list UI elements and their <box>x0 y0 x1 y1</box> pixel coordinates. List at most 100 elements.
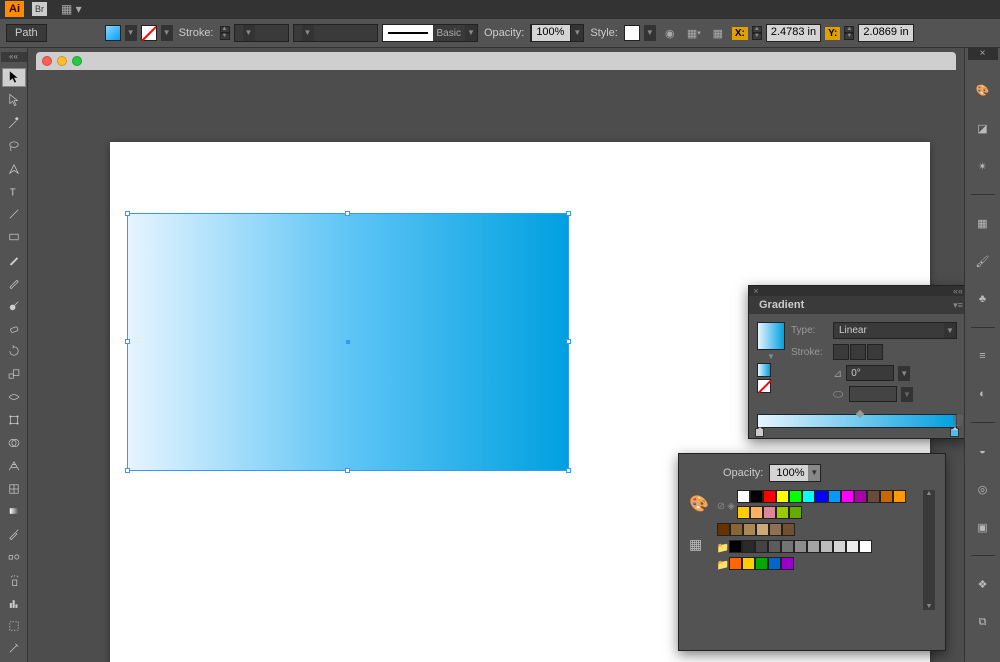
gradient-panel-icon[interactable]: ◐ <box>971 382 995 406</box>
column-graph-tool[interactable] <box>2 593 26 612</box>
panel-close-icon[interactable]: × <box>749 286 763 296</box>
fill-dropdown-arrow[interactable]: ▼ <box>125 25 137 41</box>
color-swatch[interactable] <box>729 540 742 553</box>
appearance-panel-icon[interactable]: ◎ <box>971 477 995 501</box>
align-icon[interactable]: ▦▾ <box>684 23 704 43</box>
resize-handle[interactable] <box>345 211 350 216</box>
slice-tool[interactable] <box>2 639 26 658</box>
color-swatch[interactable] <box>755 540 768 553</box>
type-tool[interactable]: T <box>2 182 26 201</box>
aspect-ratio-input[interactable] <box>849 386 897 402</box>
resize-handle[interactable] <box>566 339 571 344</box>
gradient-tool[interactable] <box>2 502 26 521</box>
color-swatch[interactable] <box>828 490 841 503</box>
mesh-tool[interactable] <box>2 479 26 498</box>
folder-icon[interactable]: 📁 <box>717 543 727 554</box>
eyedropper-tool[interactable] <box>2 525 26 544</box>
color-swatch[interactable] <box>737 506 750 519</box>
blend-tool[interactable] <box>2 548 26 567</box>
stroke-mode-3[interactable] <box>867 344 883 360</box>
resize-handle[interactable] <box>566 468 571 473</box>
resize-handle[interactable] <box>125 211 130 216</box>
eraser-tool[interactable] <box>2 319 26 338</box>
magic-wand-tool[interactable] <box>2 114 26 133</box>
angle-dropdown-arrow[interactable]: ▼ <box>898 366 910 381</box>
color-panel-icon[interactable]: 🎨 <box>971 78 995 102</box>
color-swatch[interactable] <box>880 490 893 503</box>
artboards-panel-icon[interactable]: ⧉ <box>971 610 995 634</box>
color-swatch[interactable] <box>781 557 794 570</box>
color-swatch[interactable] <box>820 540 833 553</box>
recolor-artwork-icon[interactable]: ◉ <box>660 23 680 43</box>
color-swatch[interactable] <box>763 490 776 503</box>
stroke-mode-1[interactable] <box>833 344 849 360</box>
color-swatch[interactable] <box>730 523 743 536</box>
delete-stop-icon[interactable]: 🗑 <box>951 414 964 427</box>
swatch-scrollbar[interactable] <box>923 490 935 610</box>
panel-collapse-icon[interactable]: «« <box>951 286 964 296</box>
resize-handle[interactable] <box>566 211 571 216</box>
color-swatch[interactable] <box>750 490 763 503</box>
color-swatch[interactable] <box>769 523 782 536</box>
color-swatch[interactable] <box>893 490 906 503</box>
rectangle-tool[interactable] <box>2 228 26 247</box>
color-swatch[interactable] <box>781 540 794 553</box>
style-swatch[interactable] <box>624 25 640 41</box>
color-guide-icon[interactable]: ◪ <box>971 116 995 140</box>
pen-tool[interactable] <box>2 159 26 178</box>
selected-rectangle[interactable] <box>127 213 569 471</box>
y-spinner[interactable]: ▲▼ <box>844 26 854 40</box>
graphic-styles-icon[interactable]: ▣ <box>971 515 995 539</box>
color-swatch[interactable] <box>768 540 781 553</box>
gradient-fill-toggle[interactable] <box>757 363 771 377</box>
resize-handle[interactable] <box>345 468 350 473</box>
pencil-tool[interactable] <box>2 274 26 293</box>
stroke-swatch[interactable] <box>141 25 157 41</box>
gradient-stop-right[interactable] <box>950 428 959 437</box>
close-window-button[interactable] <box>42 56 52 66</box>
color-swatch[interactable] <box>867 490 880 503</box>
blob-brush-tool[interactable] <box>2 296 26 315</box>
strip-close-icon[interactable]: × <box>968 48 998 60</box>
direct-selection-tool[interactable] <box>2 91 26 110</box>
color-swatch[interactable] <box>833 540 846 553</box>
stroke-dropdown-arrow[interactable]: ▼ <box>161 25 173 41</box>
gradient-angle-input[interactable] <box>846 365 894 381</box>
symbol-sprayer-tool[interactable] <box>2 571 26 590</box>
free-transform-tool[interactable] <box>2 411 26 430</box>
y-value[interactable]: 2.0869 in <box>858 24 913 42</box>
stroke-weight-spinner[interactable]: ▲▼ <box>220 26 230 40</box>
swatch-opacity-dropdown[interactable]: 100% ▼ <box>769 464 821 482</box>
brush-dd[interactable]: Basic ▼ <box>382 24 478 42</box>
fill-swatch[interactable] <box>105 25 121 41</box>
color-swatch[interactable] <box>802 490 815 503</box>
perspective-grid-tool[interactable] <box>2 456 26 475</box>
selection-tool[interactable] <box>2 68 26 87</box>
none-swatch-icon[interactable]: ⊘ <box>717 501 725 512</box>
lasso-tool[interactable] <box>2 136 26 155</box>
color-swatch[interactable] <box>768 557 781 570</box>
gradient-ramp[interactable] <box>757 414 957 428</box>
x-value[interactable]: 2.4783 in <box>766 24 821 42</box>
color-swatch[interactable] <box>854 490 867 503</box>
color-swatch[interactable] <box>807 540 820 553</box>
brushes-panel-icon[interactable]: 🖌 <box>971 249 995 273</box>
transform-icon[interactable]: ▦ <box>708 23 728 43</box>
color-swatch[interactable] <box>750 506 763 519</box>
gradient-type-dropdown[interactable]: Linear ▼ <box>833 322 957 339</box>
color-swatch[interactable] <box>742 557 755 570</box>
color-swatch[interactable] <box>815 490 828 503</box>
color-swatch[interactable] <box>841 490 854 503</box>
rotate-tool[interactable] <box>2 342 26 361</box>
color-swatch[interactable] <box>859 540 872 553</box>
variable-width-dd[interactable]: ▼ <box>293 24 378 42</box>
gradient-midpoint[interactable] <box>856 410 864 418</box>
color-swatch[interactable] <box>729 557 742 570</box>
color-swatch[interactable] <box>755 557 768 570</box>
layers-panel-icon[interactable]: ❖ <box>971 572 995 596</box>
panel-menu-icon[interactable]: ▾≡ <box>951 300 964 311</box>
color-swatch[interactable] <box>756 523 769 536</box>
color-swatch[interactable] <box>763 506 776 519</box>
color-swatch[interactable] <box>737 490 750 503</box>
shape-builder-tool[interactable] <box>2 433 26 452</box>
